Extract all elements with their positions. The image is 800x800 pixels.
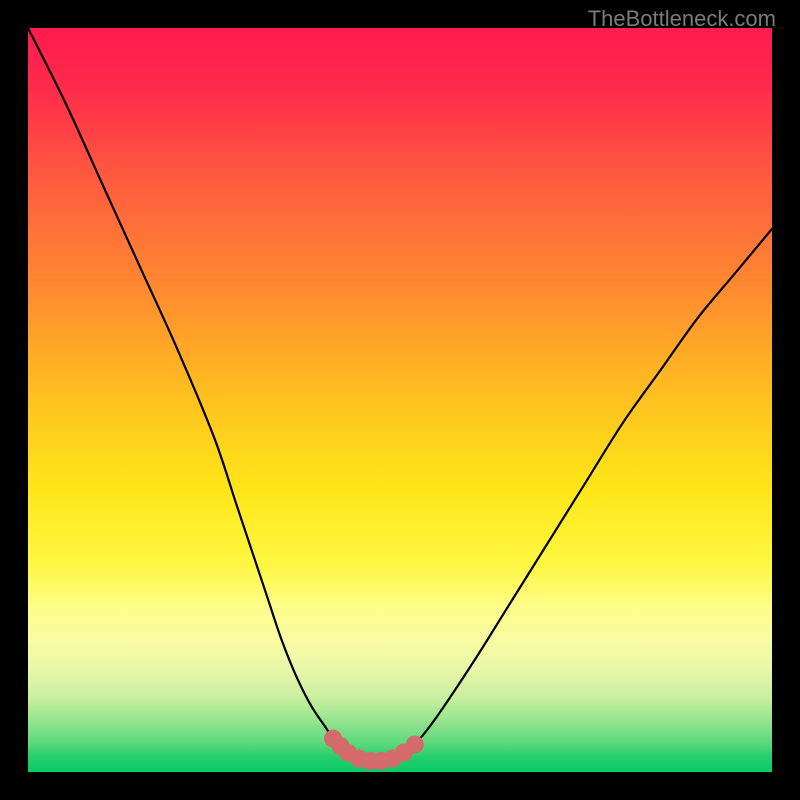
bottleneck-curve [28, 28, 772, 761]
highlight-dot [406, 735, 424, 753]
plot-area [28, 28, 772, 772]
highlight-dots [324, 730, 424, 770]
curve-svg [28, 28, 772, 772]
watermark-text: TheBottleneck.com [588, 6, 776, 32]
chart-container: TheBottleneck.com [0, 0, 800, 800]
